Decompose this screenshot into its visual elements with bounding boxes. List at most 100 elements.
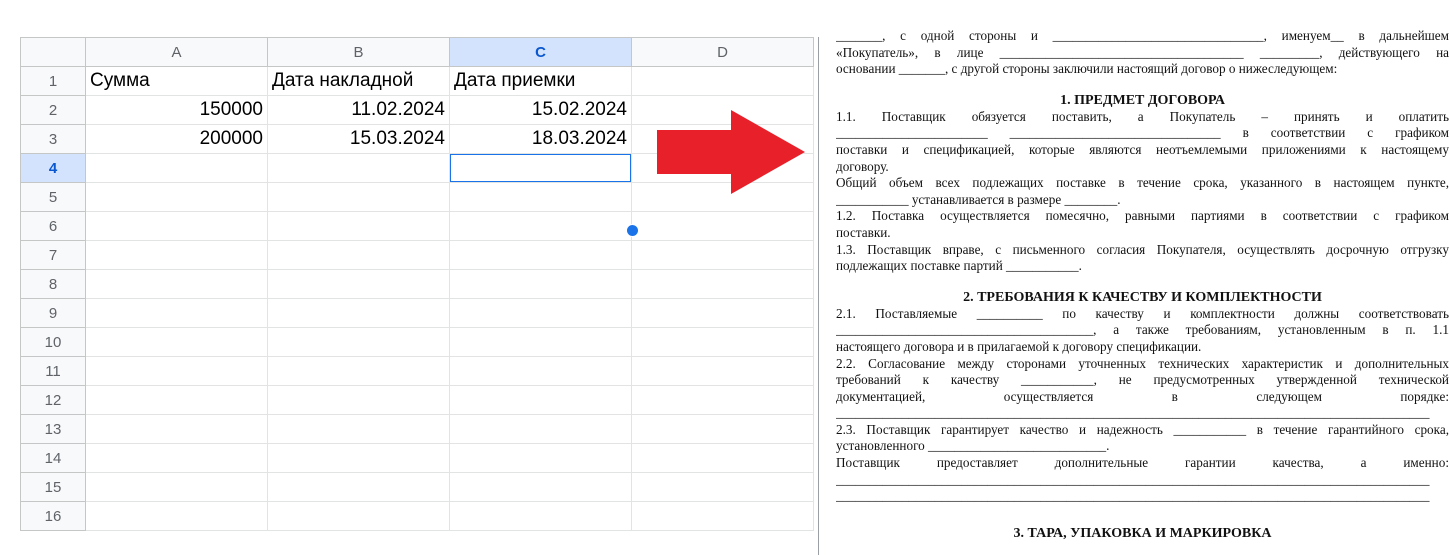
cell[interactable] xyxy=(267,501,450,531)
cell[interactable] xyxy=(449,356,632,386)
row-header[interactable]: 8 xyxy=(20,269,86,299)
cell-c4-selected[interactable] xyxy=(449,153,632,183)
cell[interactable] xyxy=(631,501,814,531)
cell[interactable] xyxy=(85,443,268,473)
cell[interactable] xyxy=(267,269,450,299)
cell[interactable] xyxy=(85,269,268,299)
cell-b2[interactable]: 11.02.2024 xyxy=(267,95,450,125)
section-title: 3. ТАРА, УПАКОВКА И МАРКИРОВКА xyxy=(1013,525,1272,541)
cell[interactable] xyxy=(267,327,450,357)
cell[interactable] xyxy=(85,327,268,357)
doc-line: поставки и спецификацией, которые являют… xyxy=(836,141,1449,157)
cell[interactable] xyxy=(449,269,632,299)
column-header-d[interactable]: D xyxy=(631,37,814,67)
cell[interactable] xyxy=(631,211,814,241)
row-header[interactable]: 14 xyxy=(20,443,86,473)
doc-line: договору. xyxy=(836,158,889,174)
cell[interactable] xyxy=(449,298,632,328)
row-header[interactable]: 12 xyxy=(20,385,86,415)
cell[interactable] xyxy=(267,356,450,386)
cell[interactable] xyxy=(449,182,632,212)
cell[interactable] xyxy=(449,443,632,473)
cell-a1[interactable]: Сумма xyxy=(85,66,268,96)
cell[interactable] xyxy=(631,472,814,502)
cell[interactable] xyxy=(85,211,268,241)
cell[interactable] xyxy=(267,211,450,241)
select-all-corner[interactable] xyxy=(20,37,86,67)
cell[interactable] xyxy=(85,385,268,415)
cell[interactable] xyxy=(449,414,632,444)
section-title: 2. ТРЕБОВАНИЯ К КАЧЕСТВУ И КОМПЛЕКТНОСТИ xyxy=(963,289,1322,305)
cell[interactable] xyxy=(85,472,268,502)
cell[interactable] xyxy=(85,501,268,531)
cell[interactable] xyxy=(449,240,632,270)
cell[interactable] xyxy=(267,385,450,415)
column-header-c[interactable]: C xyxy=(449,37,632,67)
cell-d1[interactable] xyxy=(631,66,814,96)
cell[interactable] xyxy=(449,472,632,502)
doc-line: Поставщик предоставляет дополнительные г… xyxy=(836,455,1449,471)
cell-b4[interactable] xyxy=(267,153,450,183)
row-header[interactable]: 5 xyxy=(20,182,86,212)
cell[interactable] xyxy=(631,385,814,415)
doc-line: ________________________________________… xyxy=(836,405,1430,421)
cell-b1[interactable]: Дата накладной xyxy=(267,66,450,96)
cell[interactable] xyxy=(85,356,268,386)
cell[interactable] xyxy=(449,327,632,357)
doc-line: установленного _________________________… xyxy=(836,438,1110,454)
cell[interactable] xyxy=(631,240,814,270)
cell[interactable] xyxy=(85,414,268,444)
doc-line: 2.1. Поставляемые __________ по качеству… xyxy=(836,305,1449,321)
cell[interactable] xyxy=(449,501,632,531)
section-title: 1. ПРЕДМЕТ ДОГОВОРА xyxy=(1060,92,1225,108)
cell[interactable] xyxy=(85,240,268,270)
row-header[interactable]: 16 xyxy=(20,501,86,531)
intro-line: «Покупатель», в лице ___________________… xyxy=(836,44,1449,60)
cell-c3[interactable]: 18.03.2024 xyxy=(449,124,632,154)
cell[interactable] xyxy=(631,356,814,386)
cell[interactable] xyxy=(631,327,814,357)
row-header[interactable]: 15 xyxy=(20,472,86,502)
cell-a4[interactable] xyxy=(85,153,268,183)
row-header[interactable]: 6 xyxy=(20,211,86,241)
cell[interactable] xyxy=(631,443,814,473)
document-page-edge xyxy=(818,37,819,555)
cell[interactable] xyxy=(449,211,632,241)
doc-line: 2.2. Согласование между сторонами уточне… xyxy=(836,355,1449,371)
cell-c2[interactable]: 15.02.2024 xyxy=(449,95,632,125)
cell[interactable] xyxy=(267,443,450,473)
doc-line: Общий объем всех подлежащих поставке в т… xyxy=(836,175,1449,191)
selection-outline xyxy=(450,154,631,182)
row-header[interactable]: 10 xyxy=(20,327,86,357)
cell-c1[interactable]: Дата приемки xyxy=(449,66,632,96)
cell[interactable] xyxy=(267,182,450,212)
row-header[interactable]: 4 xyxy=(20,153,86,183)
doc-line: подлежащих поставке партий ___________. xyxy=(836,258,1082,274)
row-header[interactable]: 13 xyxy=(20,414,86,444)
column-header-a[interactable]: A xyxy=(85,37,268,67)
cell-b3[interactable]: 15.03.2024 xyxy=(267,124,450,154)
fill-handle[interactable] xyxy=(626,224,639,237)
cell[interactable] xyxy=(267,240,450,270)
cell-a2[interactable]: 150000 xyxy=(85,95,268,125)
cell[interactable] xyxy=(631,269,814,299)
row-header[interactable]: 2 xyxy=(20,95,86,125)
row-header[interactable]: 7 xyxy=(20,240,86,270)
cell[interactable] xyxy=(267,414,450,444)
cell[interactable] xyxy=(267,298,450,328)
row-header[interactable]: 11 xyxy=(20,356,86,386)
cell-a3[interactable]: 200000 xyxy=(85,124,268,154)
cell[interactable] xyxy=(631,298,814,328)
cell[interactable] xyxy=(85,298,268,328)
intro-line: _______, с одной стороны и _____________… xyxy=(836,28,1449,43)
row-header[interactable]: 3 xyxy=(20,124,86,154)
doc-line: ________________________________________… xyxy=(836,488,1430,504)
cell[interactable] xyxy=(449,385,632,415)
doc-line: ________________________________________… xyxy=(836,471,1430,487)
column-header-b[interactable]: B xyxy=(267,37,450,67)
cell[interactable] xyxy=(85,182,268,212)
cell[interactable] xyxy=(267,472,450,502)
cell[interactable] xyxy=(631,414,814,444)
row-header[interactable]: 9 xyxy=(20,298,86,328)
row-header[interactable]: 1 xyxy=(20,66,86,96)
